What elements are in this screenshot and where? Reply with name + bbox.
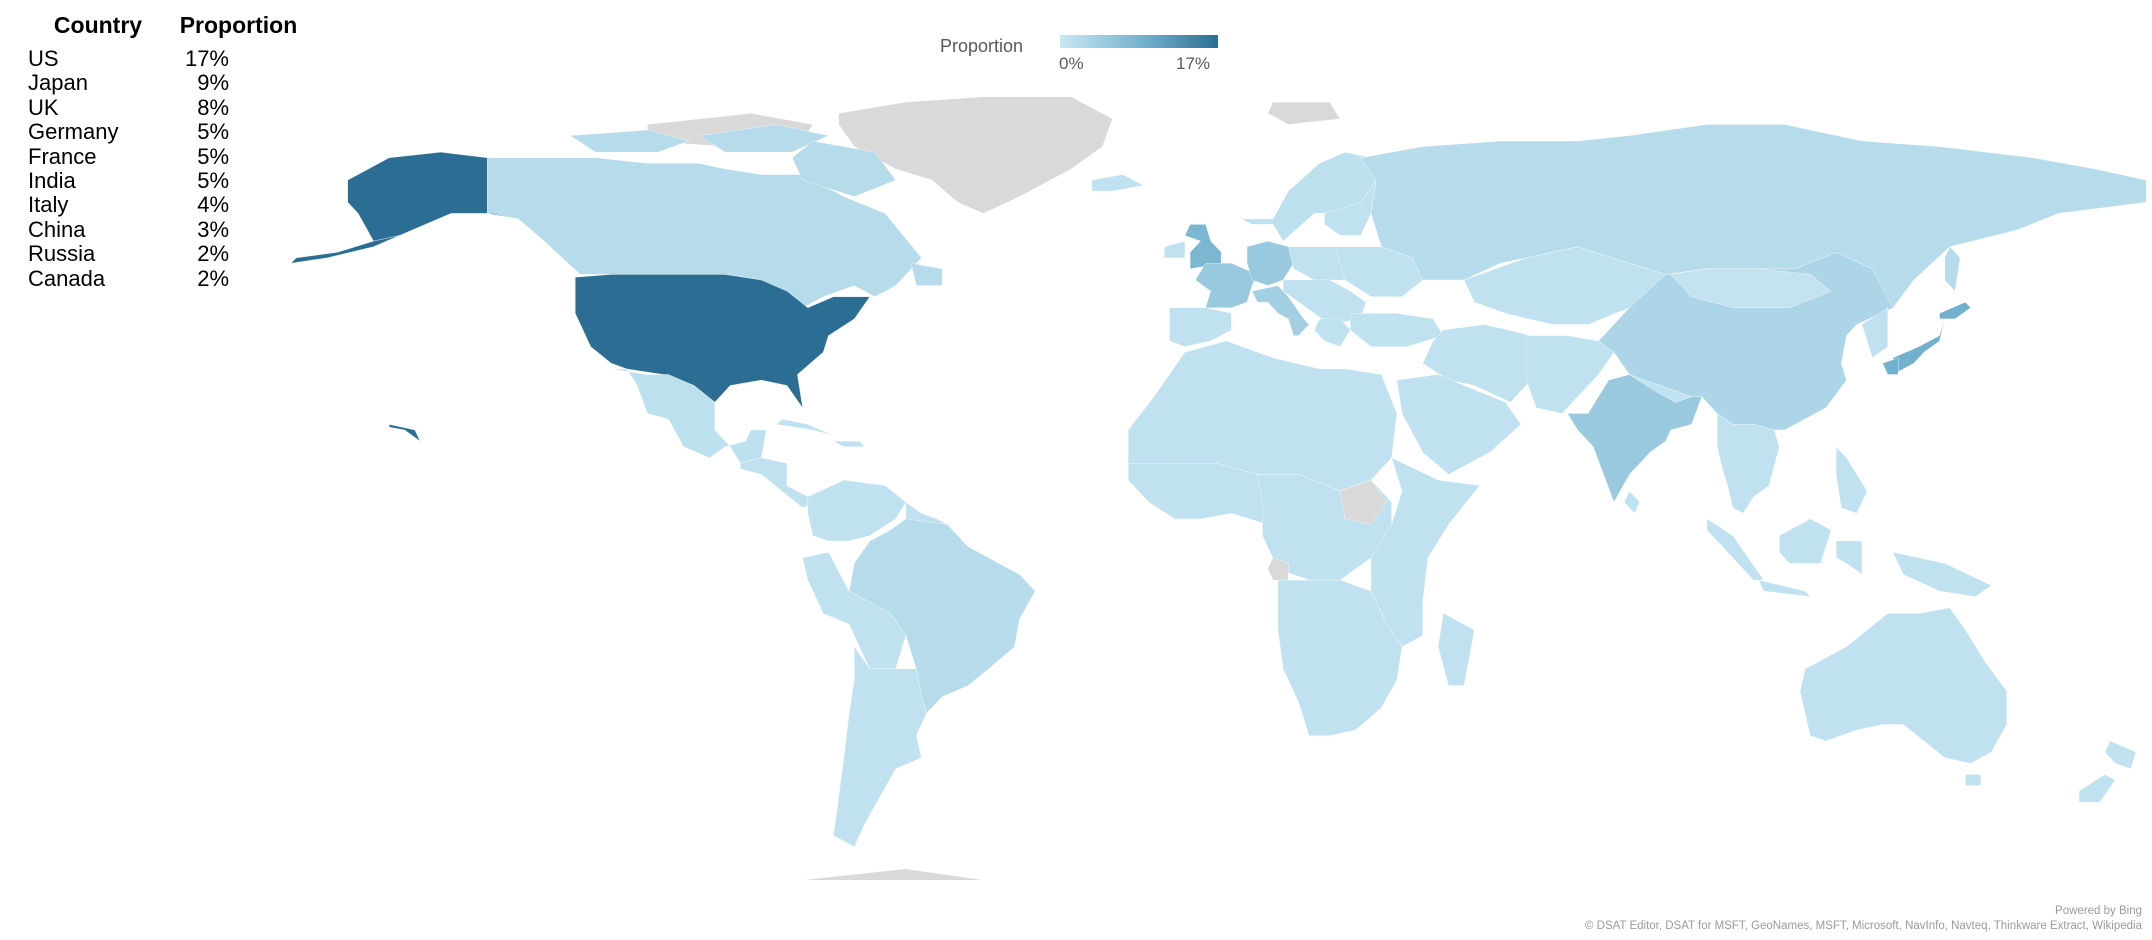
legend-gradient-bar xyxy=(1060,35,1218,48)
map-copyright-label: © DSAT Editor, DSAT for MSFT, GeoNames, … xyxy=(1584,920,2142,932)
map-region-indonesia-sumatra[interactable] xyxy=(1707,519,1764,580)
map-region-newguinea[interactable] xyxy=(1893,552,1991,596)
map-region-france[interactable] xyxy=(1195,263,1257,307)
map-attribution: Powered by Bing © DSAT Editor, DSAT for … xyxy=(1585,904,2142,934)
map-region-japan-honshu[interactable] xyxy=(1893,319,1945,375)
map-region-tasmania[interactable] xyxy=(1965,775,1980,786)
cell-proportion: 4% xyxy=(197,192,229,218)
table-header-row: Country Proportion xyxy=(0,12,340,46)
cell-proportion: 8% xyxy=(197,94,229,120)
map-region-usa-hawaii[interactable] xyxy=(389,424,420,441)
map-region-indonesia-borneo[interactable] xyxy=(1779,519,1831,563)
map-region-madagascar[interactable] xyxy=(1438,613,1474,685)
world-map-svg[interactable] xyxy=(280,80,2152,880)
map-region-greece[interactable] xyxy=(1314,319,1350,347)
map-region-svalbard-gray[interactable] xyxy=(1268,102,1340,124)
map-report-root: Country Proportion US 17% Japan 9% UK 8% Germa… xyxy=(0,0,2152,940)
map-region-turkey[interactable] xyxy=(1350,313,1443,346)
legend-title: Proportion xyxy=(940,36,1024,56)
table-row: US 17% xyxy=(0,47,340,71)
map-region-cuba[interactable] xyxy=(777,419,834,436)
map-region-newzealand-s[interactable] xyxy=(2079,775,2115,803)
cell-proportion: 5% xyxy=(197,143,229,169)
map-region-spain-portugal[interactable] xyxy=(1169,308,1231,347)
map-region-indonesia-sulawesi[interactable] xyxy=(1836,541,1862,574)
map-region-russia-sakhalin[interactable] xyxy=(1945,247,1960,291)
map-region-chile-argentina[interactable] xyxy=(833,647,926,847)
map-region-germany[interactable] xyxy=(1247,241,1294,285)
map-region-indonesia-java[interactable] xyxy=(1759,580,1811,597)
cell-proportion: 5% xyxy=(197,119,229,145)
map-region-uk[interactable] xyxy=(1185,224,1221,268)
cell-proportion: 9% xyxy=(197,70,229,96)
map-region-japan-kyushu[interactable] xyxy=(1883,358,1899,375)
map-region-centralamerica[interactable] xyxy=(740,458,818,508)
map-region-usa-aleutians[interactable] xyxy=(291,236,399,264)
cell-proportion: 2% xyxy=(197,241,229,267)
map-region-canada-newfoundland[interactable] xyxy=(911,263,942,285)
map-region-australia[interactable] xyxy=(1800,608,2007,764)
column-header-proportion: Proportion xyxy=(179,12,298,38)
map-legend: Proportion 0% 17% xyxy=(940,32,1240,82)
map-region-antarctica[interactable] xyxy=(286,869,2146,880)
map-region-japan-hokkaido[interactable] xyxy=(1940,302,1971,319)
powered-by-bing-label: Powered by Bing xyxy=(2055,905,2142,917)
map-region-philippines[interactable] xyxy=(1836,447,1867,514)
map-region-east-africa[interactable] xyxy=(1371,458,1480,647)
map-region-newzealand-n[interactable] xyxy=(2105,741,2136,769)
map-region-srilanka[interactable] xyxy=(1624,491,1640,513)
cell-proportion: 3% xyxy=(197,216,229,242)
cell-proportion: 17% xyxy=(184,46,229,71)
cell-proportion: 5% xyxy=(197,167,229,193)
map-region-iceland[interactable] xyxy=(1092,175,1144,192)
cell-proportion: 2% xyxy=(197,265,229,291)
map-region-ireland[interactable] xyxy=(1164,241,1185,258)
map-region-hispaniola[interactable] xyxy=(833,441,864,447)
world-choropleth-map[interactable] xyxy=(280,80,2152,880)
legend-max-label: 17% xyxy=(1176,54,1211,73)
legend-min-label: 0% xyxy=(1059,54,1084,73)
map-region-greenland[interactable] xyxy=(839,97,1113,214)
